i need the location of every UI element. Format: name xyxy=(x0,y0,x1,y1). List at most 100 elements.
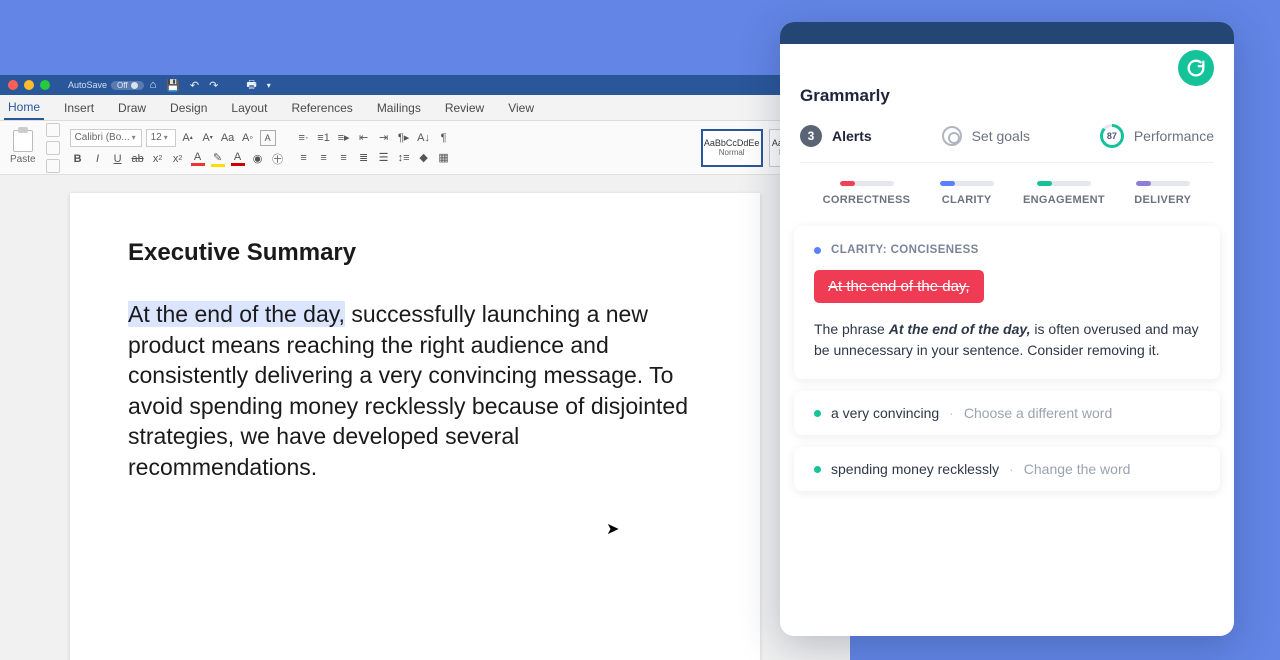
tab-review[interactable]: Review xyxy=(441,97,488,119)
sort-icon[interactable]: A↓ xyxy=(416,130,432,146)
performance-ring-icon: 87 xyxy=(1100,124,1124,148)
window-controls xyxy=(8,80,50,90)
paste-button[interactable]: Paste xyxy=(6,128,40,167)
category-bar: CORRECTNESS CLARITY ENGAGEMENT DELIVERY xyxy=(800,163,1214,218)
autosave-state: Off xyxy=(111,81,144,90)
document-area[interactable]: Executive Summary At the end of the day,… xyxy=(0,175,850,660)
borders-icon[interactable]: ▦ xyxy=(436,150,452,166)
tab-view[interactable]: View xyxy=(504,97,538,119)
suggestion-explanation: The phrase At the end of the day, is oft… xyxy=(814,319,1200,361)
target-icon xyxy=(942,126,962,146)
remove-phrase-button[interactable]: At the end of the day, xyxy=(814,270,984,303)
italic-button[interactable]: I xyxy=(90,151,106,167)
minimize-icon[interactable] xyxy=(24,80,34,90)
tab-set-goals[interactable]: Set goals xyxy=(942,126,1030,146)
phonetic-icon[interactable]: A xyxy=(260,130,276,146)
numbering-icon[interactable]: ≡1 xyxy=(316,130,332,146)
decrease-font-icon[interactable]: A▾ xyxy=(200,130,216,146)
tab-mailings[interactable]: Mailings xyxy=(373,97,425,119)
cat-engagement[interactable]: ENGAGEMENT xyxy=(1023,181,1105,206)
tab-references[interactable]: References xyxy=(287,97,356,119)
distribute-icon[interactable]: ☰ xyxy=(376,150,392,166)
suggestion-hint: Change the word xyxy=(1024,461,1131,477)
shading-button[interactable]: ◉ xyxy=(250,151,266,167)
maximize-icon[interactable] xyxy=(40,80,50,90)
cut-icon[interactable] xyxy=(46,123,60,137)
font-family-select[interactable]: Calibri (Bo...▾ xyxy=(70,129,142,147)
autosave-toggle[interactable]: AutoSave Off xyxy=(68,80,144,90)
home-icon[interactable]: ⌂ xyxy=(150,79,157,91)
show-marks-icon[interactable]: ¶ xyxy=(436,130,452,146)
highlighted-phrase: At the end of the day, xyxy=(128,301,345,327)
align-right-icon[interactable]: ≡ xyxy=(336,150,352,166)
subscript-button[interactable]: x2 xyxy=(150,151,166,167)
suggestion-hint: Choose a different word xyxy=(964,405,1112,421)
font-size-select[interactable]: 12▾ xyxy=(146,129,176,147)
clipboard-group: Paste xyxy=(6,123,60,173)
save-icon[interactable]: 💾 xyxy=(166,79,180,92)
tab-home[interactable]: Home xyxy=(4,96,44,120)
tab-performance[interactable]: 87 Performance xyxy=(1100,124,1214,148)
superscript-button[interactable]: x2 xyxy=(170,151,186,167)
decrease-indent-icon[interactable]: ⇤ xyxy=(356,130,372,146)
bullets-icon[interactable]: ≡· xyxy=(296,130,312,146)
tab-design[interactable]: Design xyxy=(166,97,211,119)
print-icon[interactable]: 🖶 xyxy=(246,76,256,95)
suggestion-text: a very convincing xyxy=(831,405,939,421)
enclose-char-button[interactable]: ㊉ xyxy=(270,151,286,167)
doc-body-text: successfully launching a new product mea… xyxy=(128,301,688,480)
dropdown-icon[interactable]: ▾ xyxy=(267,81,271,90)
tab-alerts[interactable]: 3 Alerts xyxy=(800,125,872,147)
tab-draw[interactable]: Draw xyxy=(114,97,150,119)
ribbon-tabs: Home Insert Draw Design Layout Reference… xyxy=(0,95,850,121)
ltr-icon[interactable]: ¶▸ xyxy=(396,130,412,146)
panel-header-bar xyxy=(780,22,1234,44)
increase-font-icon[interactable]: A▴ xyxy=(180,130,196,146)
doc-heading[interactable]: Executive Summary xyxy=(128,239,702,267)
increase-indent-icon[interactable]: ⇥ xyxy=(376,130,392,146)
document-page[interactable]: Executive Summary At the end of the day,… xyxy=(70,193,760,660)
window-titlebar: AutoSave Off ⌂ 💾 ↶ ↷ 🖶 ▾ xyxy=(0,75,850,95)
redo-icon[interactable]: ↷ xyxy=(209,79,218,92)
justify-icon[interactable]: ≣ xyxy=(356,150,372,166)
ribbon: Paste Calibri (Bo...▾ 12▾ A▴ A▾ Aa A◦ A … xyxy=(0,121,850,175)
clear-format-icon[interactable]: A◦ xyxy=(240,130,256,146)
panel-tabs: 3 Alerts Set goals 87 Performance xyxy=(800,124,1214,163)
delivery-bar-icon xyxy=(1136,181,1190,186)
undo-icon[interactable]: ↶ xyxy=(190,79,199,92)
dot-icon xyxy=(814,410,821,417)
suggestion-list: CLARITY: CONCISENESS At the end of the d… xyxy=(780,218,1234,499)
format-painter-icon[interactable] xyxy=(46,159,60,173)
line-spacing-icon[interactable]: ↕≡ xyxy=(396,150,412,166)
align-left-icon[interactable]: ≡ xyxy=(296,150,312,166)
bold-button[interactable]: B xyxy=(70,151,86,167)
tab-layout[interactable]: Layout xyxy=(227,97,271,119)
change-case-icon[interactable]: Aa xyxy=(220,130,236,146)
doc-paragraph[interactable]: At the end of the day, successfully laun… xyxy=(128,299,702,482)
suggestion-card-main[interactable]: CLARITY: CONCISENESS At the end of the d… xyxy=(794,226,1220,379)
close-icon[interactable] xyxy=(8,80,18,90)
dot-icon xyxy=(814,466,821,473)
paragraph-group: ≡· ≡1 ≡▸ ⇤ ⇥ ¶▸ A↓ ¶ ≡ ≡ ≡ ≣ ☰ ↕≡ ◆ ▦ xyxy=(296,130,452,166)
alerts-label: Alerts xyxy=(832,128,872,144)
highlight-button[interactable]: ✎ xyxy=(210,151,226,167)
dot-icon xyxy=(814,247,821,254)
align-center-icon[interactable]: ≡ xyxy=(316,150,332,166)
text-effects-button[interactable]: A xyxy=(230,151,246,167)
copy-icon[interactable] xyxy=(46,141,60,155)
cat-clarity[interactable]: CLARITY xyxy=(940,181,994,206)
paste-icon xyxy=(13,130,33,152)
suggestion-card[interactable]: spending money recklessly · Change the w… xyxy=(794,447,1220,491)
multilevel-icon[interactable]: ≡▸ xyxy=(336,130,352,146)
strike-button[interactable]: ab xyxy=(130,151,146,167)
style-normal[interactable]: AaBbCcDdEe Normal xyxy=(701,129,763,167)
font-color-button[interactable]: A xyxy=(190,151,206,167)
tab-insert[interactable]: Insert xyxy=(60,97,98,119)
fill-icon[interactable]: ◆ xyxy=(416,150,432,166)
cat-correctness[interactable]: CORRECTNESS xyxy=(823,181,911,206)
underline-button[interactable]: U xyxy=(110,151,126,167)
correctness-bar-icon xyxy=(840,181,894,186)
suggestion-card[interactable]: a very convincing · Choose a different w… xyxy=(794,391,1220,435)
cat-delivery[interactable]: DELIVERY xyxy=(1134,181,1191,206)
autosave-label: AutoSave xyxy=(68,80,107,90)
